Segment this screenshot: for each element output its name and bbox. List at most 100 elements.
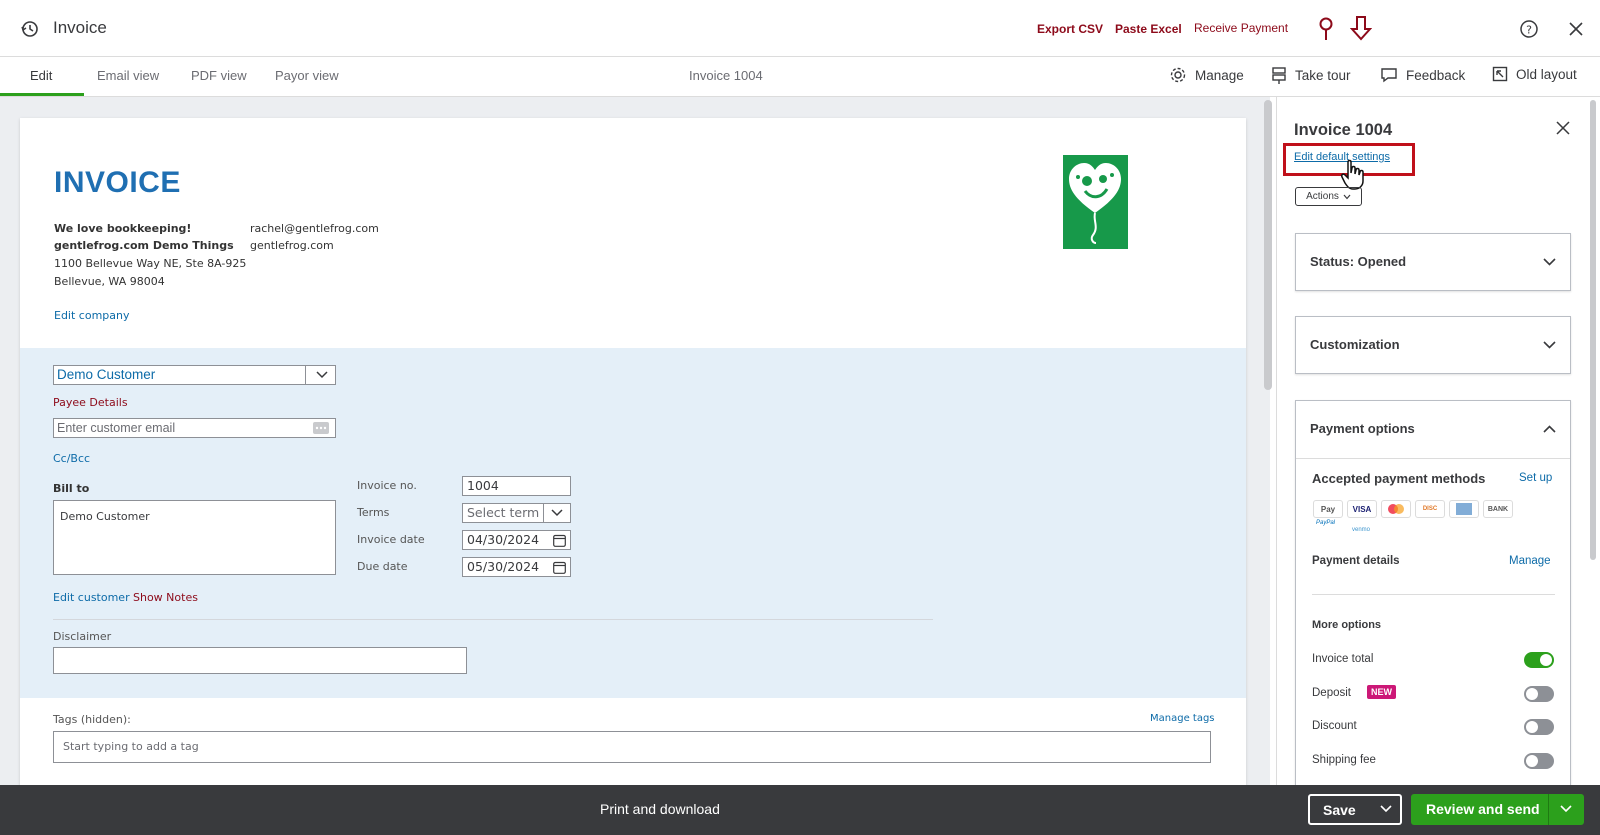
set-up-link[interactable]: Set up (1519, 472, 1552, 484)
tags-section: Tags (hidden): Manage tags Start typing … (20, 698, 1246, 788)
help-icon[interactable]: ? (1519, 19, 1539, 39)
close-panel-icon[interactable] (1556, 121, 1570, 135)
main-scrollbar[interactable] (1264, 100, 1272, 390)
status-card[interactable]: Status: Opened (1295, 233, 1571, 291)
paste-excel-link[interactable]: Paste Excel (1115, 22, 1182, 36)
tab-pdf-view[interactable]: PDF view (191, 68, 247, 83)
new-badge: NEW (1367, 685, 1396, 699)
tab-row: Edit Email view PDF view Payor view Invo… (0, 57, 1600, 97)
terms-placeholder: Select term (467, 505, 540, 520)
edit-customer-link[interactable]: Edit customer (53, 591, 130, 604)
old-layout-button[interactable]: Old layout (1492, 66, 1577, 82)
manage-payment-link[interactable]: Manage (1509, 555, 1551, 567)
chevron-down-icon (551, 509, 563, 517)
shipping-fee-label: Shipping fee (1312, 754, 1376, 766)
manage-button[interactable]: Manage (1169, 66, 1244, 84)
deposit-toggle[interactable] (1524, 686, 1554, 702)
tab-edit[interactable]: Edit (30, 68, 52, 83)
bill-to-textarea[interactable]: Demo Customer (53, 500, 336, 575)
save-label: Save (1323, 802, 1356, 818)
disclaimer-input[interactable] (53, 647, 467, 674)
more-options-icon[interactable] (313, 422, 329, 434)
feedback-button[interactable]: Feedback (1380, 66, 1465, 84)
discover-icon: DISC (1415, 500, 1445, 518)
manage-label: Manage (1195, 67, 1244, 83)
print-download-button[interactable]: Print and download (600, 801, 720, 817)
edit-company-link[interactable]: Edit company (54, 309, 130, 322)
chevron-down-icon[interactable] (1380, 805, 1392, 813)
accepted-methods-heading: Accepted payment methods (1312, 471, 1486, 486)
chevron-down-icon[interactable] (1560, 805, 1572, 813)
bill-to-value: Demo Customer (60, 510, 150, 523)
panel-scrollbar[interactable] (1590, 100, 1596, 560)
take-tour-label: Take tour (1295, 67, 1351, 83)
company-tagline: We love bookkeeping! (54, 222, 192, 235)
close-icon[interactable] (1568, 21, 1584, 37)
cc-bcc-link[interactable]: Cc/Bcc (53, 452, 90, 465)
apple-pay-icon: Pay (1313, 500, 1343, 518)
signpost-icon (1272, 67, 1286, 84)
venmo-icon: venmo (1352, 527, 1371, 533)
download-arrow-icon[interactable] (1350, 15, 1372, 41)
due-date-input[interactable]: 05/30/2024 (462, 557, 571, 577)
actions-dropdown[interactable]: Actions (1295, 187, 1362, 206)
tab-email-view[interactable]: Email view (97, 68, 159, 83)
more-options-label: More options (1312, 619, 1382, 631)
invoice-no-input[interactable]: 1004 (462, 476, 571, 496)
customer-select[interactable]: Demo Customer (53, 365, 336, 385)
bottom-action-bar: Print and download Save Review and send (0, 785, 1600, 835)
tab-payor-view[interactable]: Payor view (275, 68, 339, 83)
customer-email-input[interactable]: Enter customer email (53, 418, 336, 438)
take-tour-button[interactable]: Take tour (1271, 66, 1351, 84)
show-notes-link[interactable]: Show Notes (133, 591, 198, 604)
section-divider (53, 619, 933, 620)
calendar-icon[interactable] (553, 561, 566, 574)
company-website: gentlefrog.com (250, 239, 334, 252)
export-csv-link[interactable]: Export CSV (1037, 22, 1103, 36)
invoice-total-toggle[interactable] (1524, 652, 1554, 668)
terms-select[interactable]: Select term (462, 503, 571, 523)
review-and-send-button[interactable]: Review and send (1411, 794, 1584, 825)
card-divider (1296, 458, 1570, 459)
mastercard-icon (1381, 500, 1411, 518)
layout-icon (1492, 66, 1508, 82)
visa-icon: VISA (1347, 500, 1377, 518)
discount-toggle[interactable] (1524, 719, 1554, 735)
save-button[interactable]: Save (1308, 794, 1402, 825)
payee-details-link[interactable]: Payee Details (53, 396, 128, 409)
discount-label: Discount (1312, 720, 1357, 732)
history-icon[interactable] (20, 19, 40, 39)
invoice-total-label: Invoice total (1312, 653, 1374, 665)
receive-payment-link[interactable]: Receive Payment (1194, 21, 1288, 35)
customer-select-value: Demo Customer (57, 367, 156, 382)
disclaimer-label: Disclaimer (53, 630, 112, 643)
chevron-up-icon[interactable] (1543, 425, 1556, 433)
invoice-date-input[interactable]: 04/30/2024 (462, 530, 571, 550)
customer-section: Demo Customer Payee Details Enter custom… (20, 348, 1246, 698)
svg-text:?: ? (1526, 24, 1532, 37)
button-divider (1548, 794, 1549, 825)
calendar-icon[interactable] (553, 534, 566, 547)
shipping-fee-toggle[interactable] (1524, 753, 1554, 769)
deposit-label: Deposit (1312, 687, 1351, 699)
bill-to-label: Bill to (53, 482, 90, 495)
tags-label: Tags (hidden): (53, 713, 131, 726)
invoice-no-value: 1004 (467, 478, 499, 493)
terms-label: Terms (357, 506, 390, 519)
pin-icon[interactable] (1318, 16, 1334, 42)
company-logo[interactable] (1063, 155, 1128, 249)
invoice-paper: INVOICE We love bookkeeping! gentlefrog.… (20, 118, 1246, 788)
page-title: Invoice (53, 18, 107, 37)
due-date-label: Due date (357, 560, 408, 573)
old-layout-label: Old layout (1516, 66, 1577, 82)
company-name: gentlefrog.com Demo Things (54, 239, 234, 252)
speech-bubble-icon (1381, 68, 1397, 83)
manage-tags-link[interactable]: Manage tags (1150, 713, 1215, 724)
amex-icon (1449, 500, 1479, 518)
customization-label: Customization (1310, 337, 1400, 352)
tags-input[interactable]: Start typing to add a tag (53, 731, 1211, 763)
due-date-value: 05/30/2024 (467, 559, 540, 574)
chevron-down-icon (316, 371, 328, 379)
customization-card[interactable]: Customization (1295, 316, 1571, 374)
payment-options-card: Payment options (1295, 400, 1571, 800)
